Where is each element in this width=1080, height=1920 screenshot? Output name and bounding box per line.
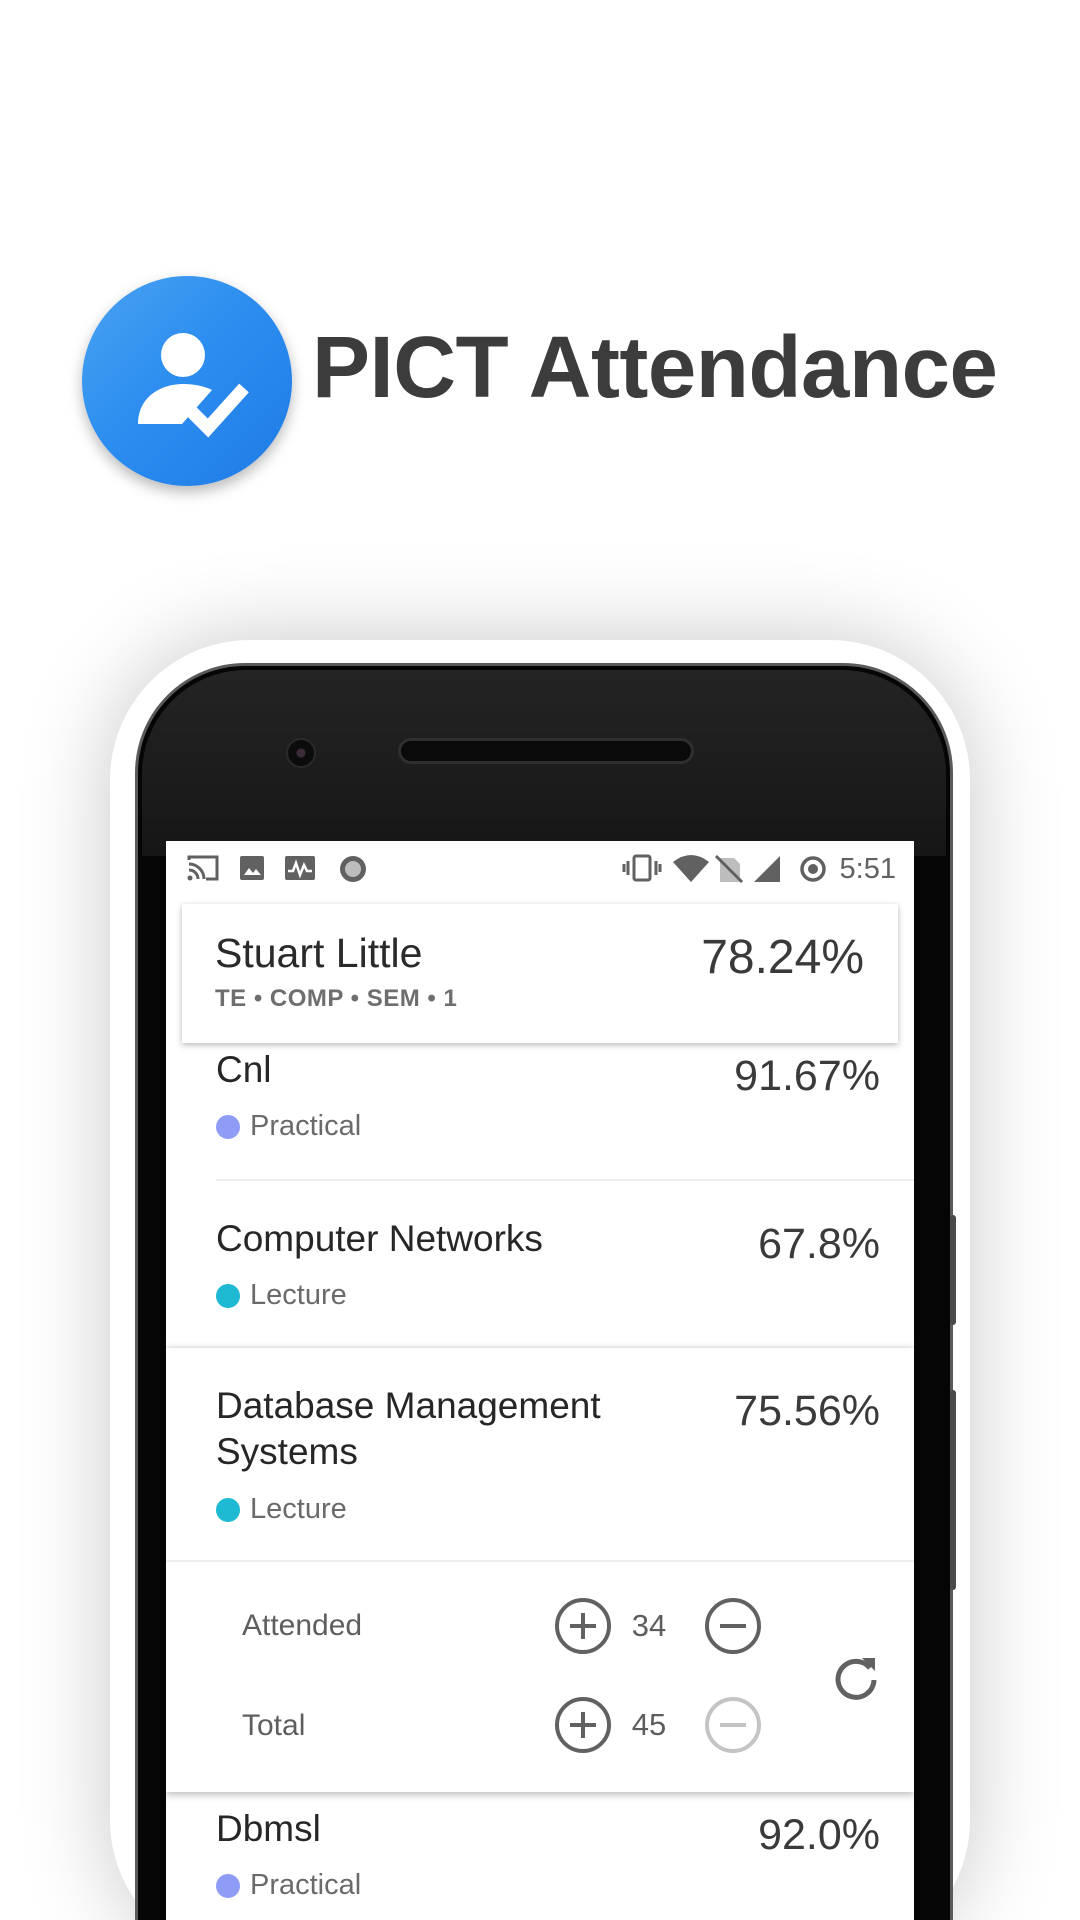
reset-refresh-icon[interactable] — [826, 1648, 886, 1708]
phone-top-bezel — [142, 670, 946, 856]
practical-dot-icon — [216, 1115, 240, 1139]
total-label: Total — [242, 1709, 306, 1742]
total-decrement-button[interactable] — [703, 1695, 763, 1755]
subject-percent: 67.8% — [758, 1220, 880, 1268]
total-value: 45 — [631, 1707, 667, 1742]
status-time: 5:51 — [839, 853, 896, 885]
app-logo — [82, 276, 292, 486]
app-title: PICT Attendance — [312, 319, 998, 416]
attended-decrement-button[interactable] — [703, 1596, 763, 1656]
lecture-dot-icon — [216, 1498, 240, 1522]
user-class-info: TE • COMP • SEM • 1 — [215, 985, 458, 1012]
subject-name: Dbmsl — [216, 1808, 321, 1849]
attended-label: Attended — [242, 1609, 363, 1642]
person-check-icon — [138, 333, 249, 438]
side-button — [950, 1390, 956, 1590]
subject-item-cnl[interactable]: Cnl 91.67% Practical — [166, 1043, 914, 1177]
subject-name: Cnl — [216, 1049, 272, 1090]
practical-dot-icon — [216, 1874, 240, 1898]
front-camera — [286, 738, 316, 768]
subject-type: Practical — [216, 1868, 361, 1902]
subject-percent: 92.0% — [758, 1811, 880, 1859]
status-bar: 5:51 — [166, 841, 914, 895]
wifi-icon — [673, 855, 709, 882]
signal-icon — [754, 856, 780, 882]
attended-increment-button[interactable] — [553, 1596, 613, 1656]
subject-percent: 75.56% — [734, 1387, 880, 1435]
image-icon — [240, 856, 264, 880]
sync-icon — [800, 856, 826, 882]
no-sim-icon — [714, 854, 744, 884]
expanded-divider — [166, 1560, 914, 1562]
subject-type: Lecture — [216, 1278, 347, 1312]
overall-attendance-percent: 78.24% — [701, 931, 864, 984]
earpiece-speaker — [398, 738, 694, 764]
subject-name: Computer Networks — [216, 1218, 543, 1259]
cast-icon — [187, 855, 219, 881]
subject-item-dbmsl[interactable]: Dbmsl 92.0% Practical — [166, 1792, 914, 1920]
record-icon — [340, 856, 366, 882]
attended-value: 34 — [631, 1608, 667, 1643]
subject-name: Database Management Systems — [216, 1385, 601, 1472]
subject-type: Practical — [216, 1109, 361, 1143]
subject-type-label: Practical — [250, 1110, 362, 1142]
user-name: Stuart Little — [215, 930, 423, 976]
subject-type-label: Lecture — [250, 1279, 347, 1311]
total-increment-button[interactable] — [553, 1695, 613, 1755]
vibrate-icon — [622, 854, 662, 882]
lecture-dot-icon — [216, 1284, 240, 1308]
subject-item-database-management-systems[interactable]: Database Management Systems 75.56% Lectu… — [166, 1348, 914, 1792]
subject-type: Lecture — [216, 1492, 347, 1526]
subject-item-computer-networks[interactable]: Computer Networks 67.8% Lecture — [166, 1181, 914, 1347]
side-button — [950, 1215, 956, 1325]
user-summary-card[interactable]: Stuart Little TE • COMP • SEM • 1 78.24% — [182, 904, 898, 1043]
activity-icon — [285, 856, 315, 880]
subject-type-label: Lecture — [250, 1493, 347, 1525]
phone-screen: 5:51 Stuart Little TE • COMP • SEM • 1 7… — [166, 841, 914, 1920]
subject-percent: 91.67% — [734, 1052, 880, 1100]
subject-type-label: Practical — [250, 1869, 362, 1901]
